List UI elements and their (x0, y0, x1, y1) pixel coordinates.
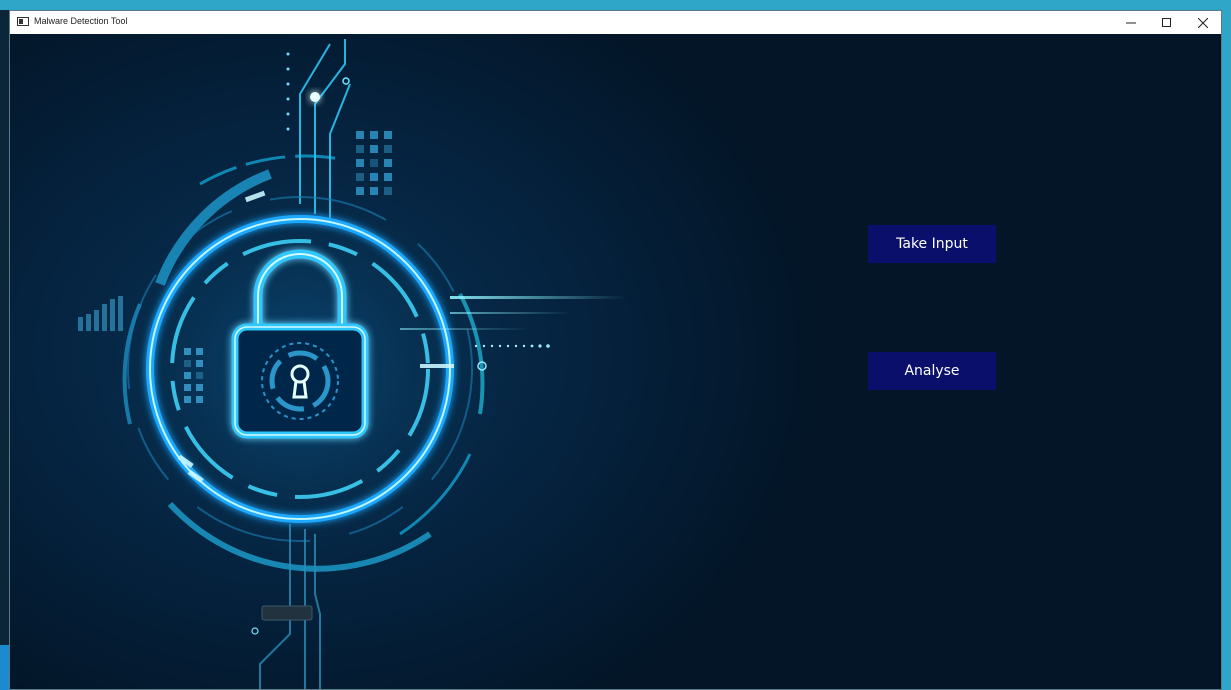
close-button[interactable] (1185, 11, 1221, 34)
minimize-icon (1126, 22, 1136, 23)
maximize-button[interactable] (1149, 11, 1185, 34)
taskbar-edge (0, 645, 9, 690)
window-title: Malware Detection Tool (34, 16, 128, 26)
security-hero-image (50, 39, 625, 689)
close-icon (1198, 17, 1208, 28)
app-window-icon (17, 17, 29, 26)
take-input-button[interactable]: Take Input (868, 225, 996, 263)
analyse-button[interactable]: Analyse (868, 352, 996, 390)
maximize-icon (1162, 17, 1171, 27)
minimize-button[interactable] (1113, 11, 1149, 34)
main-content: Take Input Analyse (10, 34, 1221, 689)
app-window: Malware Detection Tool Take Input Analys… (9, 10, 1222, 690)
title-bar[interactable]: Malware Detection Tool (10, 11, 1221, 34)
desktop-edge (0, 10, 9, 690)
